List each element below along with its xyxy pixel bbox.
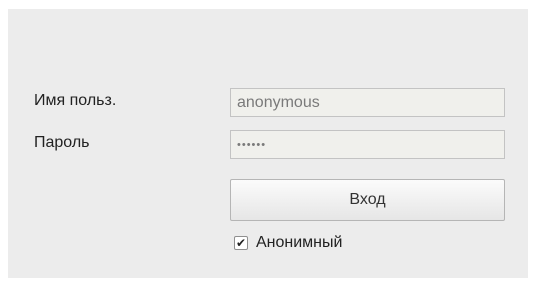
username-field[interactable]: [230, 88, 505, 117]
anonymous-checkbox[interactable]: ✔: [234, 236, 248, 250]
username-label: Имя польз.: [34, 92, 117, 109]
login-panel: Имя польз. Пароль Вход ✔ Анонимный: [8, 9, 528, 278]
checkmark-icon: ✔: [235, 236, 247, 250]
password-label: Пароль: [34, 134, 90, 151]
anonymous-checkbox-row[interactable]: ✔ Анонимный: [234, 234, 342, 252]
login-button[interactable]: Вход: [230, 179, 505, 221]
anonymous-checkbox-label[interactable]: Анонимный: [256, 234, 342, 252]
password-field[interactable]: [230, 130, 505, 159]
